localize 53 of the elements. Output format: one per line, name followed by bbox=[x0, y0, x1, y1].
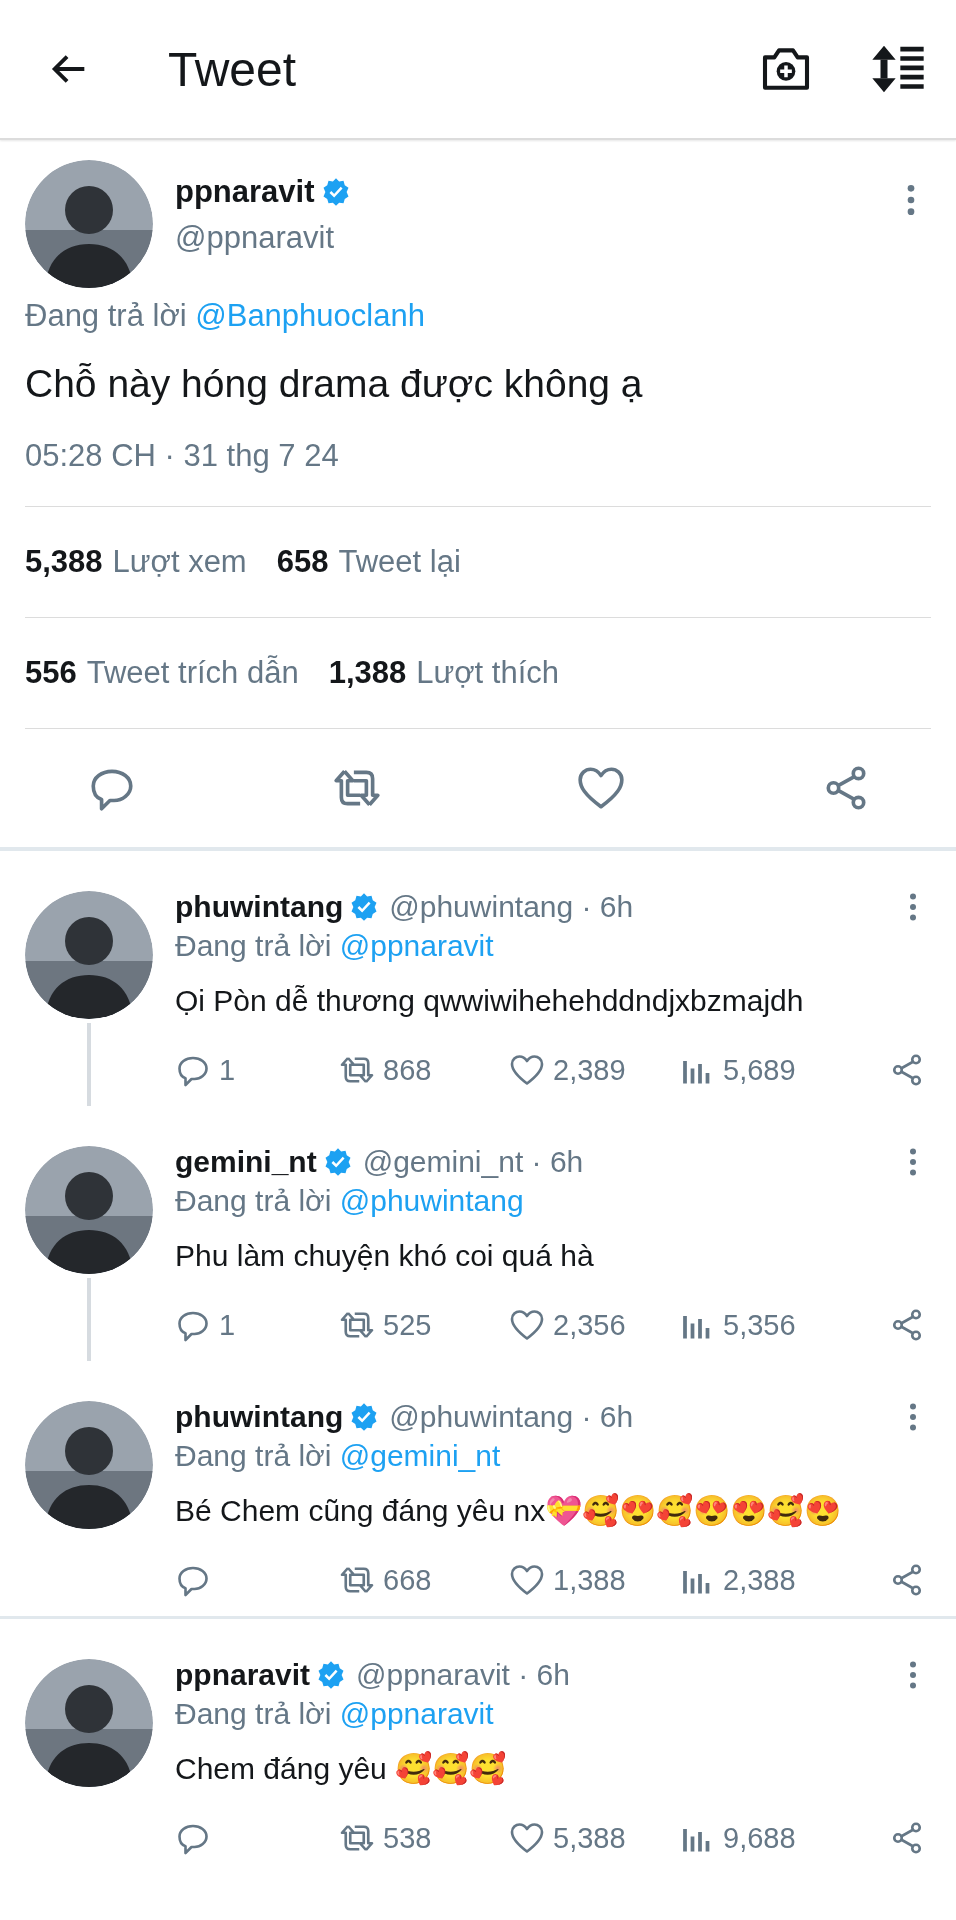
tweet-text: Chỗ này hóng drama được không ạ bbox=[25, 362, 644, 406]
reply-text: Phu làm chuyện khó coi quá hà bbox=[175, 1238, 595, 1274]
user-handle[interactable]: @ppnaravit bbox=[175, 220, 891, 256]
reply-text: Chem đáng yêu 🥰🥰🥰 bbox=[175, 1750, 508, 1788]
reply-text: Bé Chem cũng đáng yêu nx💝🥰😍🥰😍😍🥰😍 bbox=[175, 1492, 843, 1530]
count: 2,388 bbox=[723, 1563, 796, 1597]
count: 1 bbox=[219, 1308, 236, 1342]
mention-link[interactable]: @phuwintang bbox=[339, 1184, 524, 1217]
count: 525 bbox=[383, 1308, 432, 1342]
handle-and-time: @phuwintang · 6h bbox=[389, 890, 635, 924]
stat-label[interactable]: Tweet lại bbox=[338, 544, 461, 580]
count: 5,689 bbox=[723, 1053, 796, 1087]
stat-label[interactable]: Tweet trích dẫn bbox=[86, 655, 299, 691]
stat-count[interactable]: 1,388 bbox=[328, 655, 407, 691]
mention-link[interactable]: @ppnaravit bbox=[339, 1697, 494, 1730]
display-name[interactable]: phuwintang bbox=[175, 1400, 344, 1434]
like-icon[interactable] bbox=[509, 1052, 545, 1088]
handle-and-time: @gemini_nt · 6h bbox=[362, 1145, 585, 1179]
count: 668 bbox=[383, 1563, 432, 1597]
reply-context: Đang trả lời @phuwintang bbox=[175, 1184, 525, 1218]
count: 538 bbox=[383, 1821, 432, 1855]
display-name[interactable]: gemini_nt bbox=[175, 1145, 317, 1179]
count: 868 bbox=[383, 1053, 432, 1087]
reply-context: Đang trả lời @ppnaravit bbox=[175, 1697, 495, 1731]
reply-text: Ọi Pòn dễ thương qwwiwihehehddndjxbzmajdh bbox=[175, 983, 805, 1019]
stat-count[interactable]: 556 bbox=[25, 655, 77, 691]
handle-and-time: @ppnaravit · 6h bbox=[356, 1658, 571, 1692]
reply-context: Đang trả lời @ppnaravit bbox=[175, 929, 495, 963]
like-icon[interactable] bbox=[509, 1562, 545, 1598]
tweet-timestamp: 05:28 CH · 31 thg 7 24 bbox=[25, 438, 931, 507]
count: 5,356 bbox=[723, 1308, 796, 1342]
mention-link[interactable]: @ppnaravit bbox=[339, 929, 494, 962]
handle-and-time: @phuwintang · 6h bbox=[389, 1400, 635, 1434]
mention-link[interactable]: @gemini_nt bbox=[339, 1439, 501, 1472]
display-name[interactable]: ppnaravit bbox=[175, 1658, 311, 1692]
page-title: Tweet bbox=[168, 41, 298, 97]
reply-context: Đang trả lời @Banphuoclanh bbox=[25, 298, 426, 334]
display-name[interactable]: phuwintang bbox=[175, 890, 344, 924]
stat-label[interactable]: Lượt thích bbox=[416, 655, 560, 691]
count: 5,388 bbox=[553, 1821, 626, 1855]
like-icon[interactable] bbox=[509, 1307, 545, 1343]
stat-count[interactable]: 658 bbox=[276, 544, 329, 580]
count: 1 bbox=[219, 1053, 236, 1087]
display-name[interactable]: ppnaravit bbox=[175, 174, 315, 210]
mention-link[interactable]: @Banphuoclanh bbox=[195, 298, 425, 333]
count: 2,356 bbox=[553, 1308, 626, 1342]
count: 2,389 bbox=[553, 1053, 626, 1087]
stat-count[interactable]: 5,388 bbox=[25, 544, 103, 580]
count: 1,388 bbox=[553, 1563, 626, 1597]
reply-context: Đang trả lời @gemini_nt bbox=[175, 1439, 502, 1473]
count: 9,688 bbox=[723, 1821, 796, 1855]
stat-label[interactable]: Lượt xem bbox=[112, 544, 247, 580]
like-icon[interactable] bbox=[509, 1820, 545, 1856]
